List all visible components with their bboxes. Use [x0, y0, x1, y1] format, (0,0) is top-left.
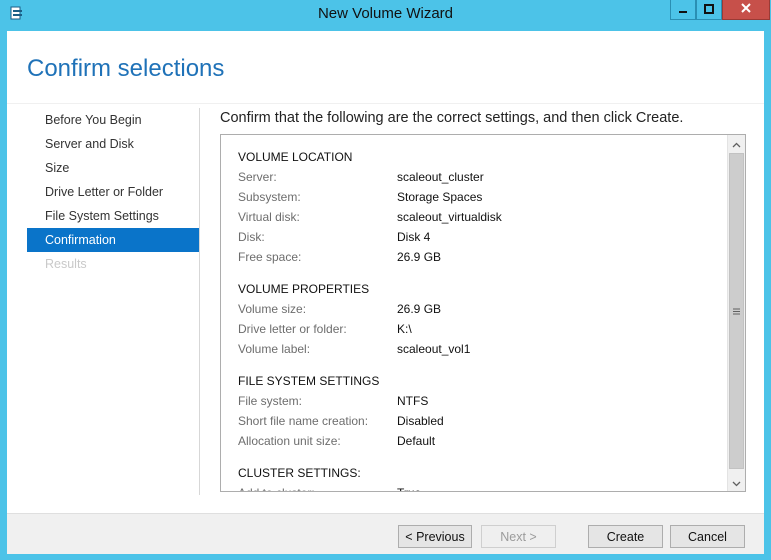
summary-key: Short file name creation: [238, 414, 369, 428]
scroll-down-button[interactable] [728, 474, 745, 491]
summary-key: Volume label: [238, 342, 311, 356]
summary-row: Virtual disk: scaleout_virtualdisk [238, 207, 718, 227]
summary-row: Drive letter or folder: K:\ [238, 319, 718, 339]
nav-item-before-you-begin[interactable]: Before You Begin [27, 108, 199, 132]
summary-row: Free space: 26.9 GB [238, 247, 718, 267]
wizard-nav: Before You Begin Server and Disk Size Dr… [27, 108, 199, 276]
chevron-up-icon [732, 135, 741, 153]
summary-key: File system: [238, 394, 303, 408]
summary-value: Default [397, 434, 436, 448]
previous-button[interactable]: < Previous [398, 525, 472, 548]
summary-content: VOLUME LOCATION Server: scaleout_cluster… [238, 147, 718, 491]
scroll-thumb[interactable] [729, 153, 744, 469]
nav-item-confirmation[interactable]: Confirmation [27, 228, 199, 252]
summary-value: Disk 4 [397, 230, 431, 244]
wizard-window: New Volume Wizard Confirm selections Bef… [0, 0, 771, 560]
summary-row: Subsystem: Storage Spaces [238, 187, 718, 207]
nav-item-file-system-settings[interactable]: File System Settings [27, 204, 199, 228]
summary-row: Allocation unit size: Default [238, 431, 718, 451]
minimize-icon [678, 1, 688, 19]
summary-row: Volume label: scaleout_vol1 [238, 339, 718, 359]
maximize-icon [704, 1, 714, 19]
close-icon [740, 1, 752, 19]
summary-value: scaleout_virtualdisk [397, 210, 502, 224]
next-button: Next > [481, 525, 556, 548]
nav-item-drive-letter[interactable]: Drive Letter or Folder [27, 180, 199, 204]
instruction-text: Confirm that the following are the corre… [220, 110, 684, 126]
scroll-up-button[interactable] [728, 135, 745, 152]
summary-value: Storage Spaces [397, 190, 483, 204]
summary-row: Short file name creation: Disabled [238, 411, 718, 431]
summary-value: True [397, 483, 421, 491]
summary-value: scaleout_cluster [397, 170, 484, 184]
nav-item-results: Results [45, 257, 87, 271]
minimize-button[interactable] [670, 0, 696, 20]
nav-divider [199, 108, 200, 495]
summary-row: Volume size: 26.9 GB [238, 299, 718, 319]
summary-value: scaleout_vol1 [397, 342, 471, 356]
grip-icon [733, 302, 740, 320]
summary-value: Disabled [397, 414, 444, 428]
close-button[interactable] [722, 0, 770, 20]
summary-row: Add to cluster: True [238, 483, 718, 491]
summary-key: Drive letter or folder: [238, 322, 347, 336]
summary-key: Allocation unit size: [238, 434, 341, 448]
cancel-button[interactable]: Cancel [670, 525, 745, 548]
summary-value: K:\ [397, 322, 412, 336]
summary-key: Add to cluster: [238, 483, 397, 491]
header-divider [7, 103, 764, 104]
wizard-client-area: Confirm selections Before You Begin Serv… [7, 31, 764, 554]
section-heading-volume-properties: VOLUME PROPERTIES [238, 282, 370, 296]
section-heading-volume-location: VOLUME LOCATION [238, 150, 353, 164]
summary-key: Free space: [238, 250, 302, 264]
nav-item-size[interactable]: Size [27, 156, 199, 180]
section-heading-file-system-settings: FILE SYSTEM SETTINGS [238, 374, 380, 388]
nav-item-server-and-disk[interactable]: Server and Disk [27, 132, 199, 156]
summary-value: 26.9 GB [397, 302, 442, 316]
summary-row: File system: NTFS [238, 391, 718, 411]
title-bar[interactable]: New Volume Wizard [0, 0, 771, 30]
summary-value: NTFS [397, 394, 429, 408]
summary-key: Subsystem: [238, 190, 301, 204]
summary-row: Server: scaleout_cluster [238, 167, 718, 187]
wizard-header: Confirm selections [7, 31, 764, 103]
window-title: New Volume Wizard [317, 5, 454, 22]
summary-panel[interactable]: VOLUME LOCATION Server: scaleout_cluster… [220, 134, 746, 492]
chevron-down-icon [732, 474, 741, 492]
create-button[interactable]: Create [588, 525, 663, 548]
page-title: Confirm selections [27, 55, 225, 82]
maximize-button[interactable] [696, 0, 722, 20]
summary-scrollbar[interactable] [727, 135, 745, 491]
summary-value: 26.9 GB [397, 250, 442, 264]
section-heading-cluster-settings: CLUSTER SETTINGS: [238, 466, 361, 480]
summary-row: Disk: Disk 4 [238, 227, 718, 247]
summary-key: Disk: [238, 230, 265, 244]
summary-key: Server: [238, 170, 277, 184]
summary-key: Virtual disk: [238, 210, 300, 224]
wizard-footer: < Previous Next > Create Cancel [7, 513, 764, 554]
summary-key: Volume size: [238, 302, 307, 316]
